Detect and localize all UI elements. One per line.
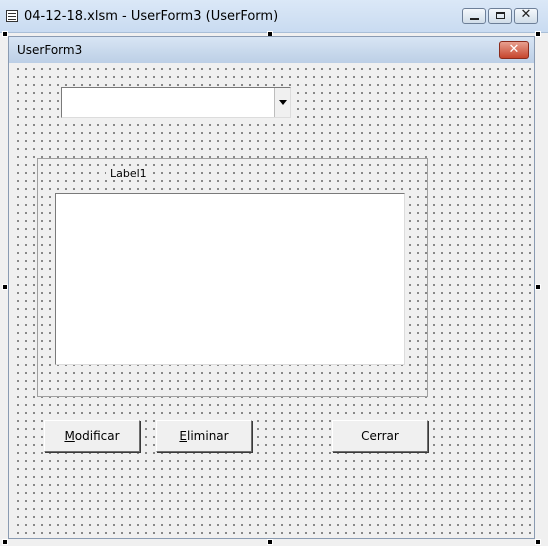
window-titlebar: 04-12-18.xlsm - UserForm3 (UserForm) ✕	[0, 0, 548, 33]
userform[interactable]: UserForm3 ✕ Label1 Modificar Eliminar Ce…	[8, 36, 535, 539]
label1[interactable]: Label1	[106, 167, 151, 180]
maximize-button[interactable]	[488, 8, 512, 24]
minimize-icon	[470, 18, 479, 20]
userform-close-button[interactable]: ✕	[499, 41, 529, 59]
form-design-grid[interactable]: Label1 Modificar Eliminar Cerrar	[12, 63, 531, 535]
window-icon	[6, 10, 18, 22]
eliminar-button[interactable]: Eliminar	[156, 420, 252, 452]
resize-handle-bottom-right[interactable]	[535, 539, 541, 545]
resize-handle-bottom[interactable]	[267, 539, 273, 545]
maximize-icon	[496, 12, 505, 19]
combobox-dropdown-button[interactable]	[274, 88, 290, 117]
chevron-down-icon	[279, 100, 287, 105]
combobox[interactable]	[61, 87, 291, 118]
resize-handle-top-right[interactable]	[535, 31, 541, 37]
userform-caption: UserForm3	[17, 43, 83, 57]
minimize-button[interactable]	[462, 8, 486, 24]
userform-titlebar: UserForm3 ✕	[9, 37, 534, 63]
resize-handle-right[interactable]	[535, 284, 541, 290]
resize-handle-bottom-left[interactable]	[2, 539, 8, 545]
close-icon: ✕	[508, 42, 520, 57]
modificar-access-key: M	[64, 429, 75, 443]
close-icon: ✕	[520, 7, 532, 22]
modificar-button[interactable]: Modificar	[44, 420, 140, 452]
cerrar-button[interactable]: Cerrar	[332, 420, 428, 452]
cerrar-label: Cerrar	[361, 429, 399, 443]
eliminar-label-rest: liminar	[187, 429, 229, 443]
listbox[interactable]	[55, 193, 405, 365]
window-title: 04-12-18.xlsm - UserForm3 (UserForm)	[24, 9, 279, 24]
eliminar-access-key: E	[179, 429, 187, 443]
window-close-button[interactable]: ✕	[514, 7, 538, 24]
modificar-label-rest: odificar	[74, 429, 120, 443]
